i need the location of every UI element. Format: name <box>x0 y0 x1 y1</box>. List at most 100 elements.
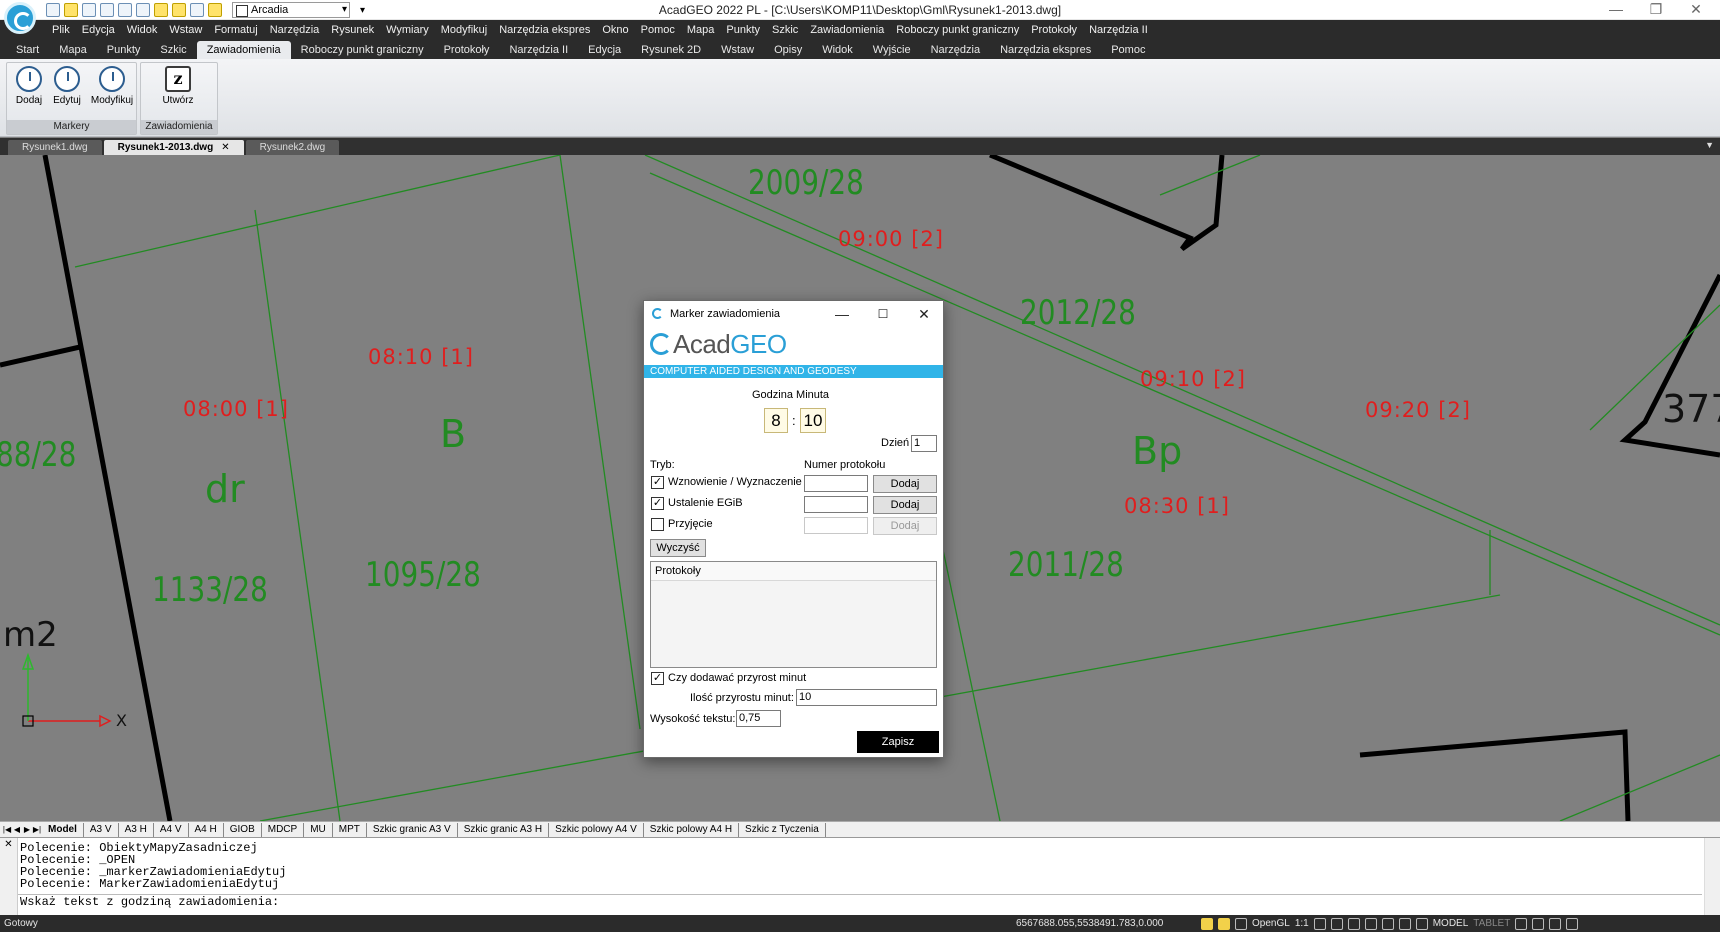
osnap-icon[interactable] <box>1347 917 1360 930</box>
menu-item[interactable]: Protokoły <box>1025 24 1083 36</box>
create-notice-button[interactable]: z Utwórz <box>159 66 197 106</box>
add-marker-button[interactable]: Dodaj <box>10 66 48 106</box>
workspace-icon[interactable] <box>1532 917 1545 930</box>
selection-cycling-icon[interactable] <box>1415 917 1428 930</box>
layout-tab[interactable]: GIOB <box>224 822 262 837</box>
parcel-label[interactable]: 1095/28 <box>365 555 481 595</box>
layout-tab[interactable]: Szkic z Tyczenia <box>739 822 826 837</box>
quick-props-icon[interactable] <box>1398 917 1411 930</box>
dialog-maximize-button[interactable]: ☐ <box>868 304 898 324</box>
fullscreen-icon[interactable] <box>1549 917 1562 930</box>
menu-item[interactable]: Okno <box>596 24 634 36</box>
ribbon-tab[interactable]: Opisy <box>764 41 812 59</box>
modify-marker-button[interactable]: Modyfikuj <box>89 66 135 106</box>
menu-item[interactable]: Pomoc <box>635 24 681 36</box>
first-tab-icon[interactable]: |◀ <box>2 824 12 836</box>
menu-item[interactable]: Plik <box>46 24 76 36</box>
close-tab-icon[interactable]: ✕ <box>221 142 229 153</box>
menu-item[interactable]: Mapa <box>681 24 721 36</box>
parcel-label[interactable]: 377 <box>1662 387 1720 431</box>
ribbon-tab[interactable]: Edycja <box>578 41 631 59</box>
parcel-label[interactable]: 1133/28 <box>152 570 268 610</box>
parcel-label[interactable]: 88/28 <box>0 435 76 475</box>
menu-item[interactable]: Wymiary <box>380 24 435 36</box>
ribbon-tab[interactable]: Rysunek 2D <box>631 41 711 59</box>
tabs-dropdown-icon[interactable]: ▼ <box>1705 140 1714 150</box>
add-increment-checkbox[interactable]: ✓ <box>651 672 664 685</box>
ribbon-tab[interactable]: Start <box>6 41 49 59</box>
day-input[interactable]: 1 <box>911 435 937 452</box>
layout-tab[interactable]: MDCP <box>262 822 305 837</box>
app-logo[interactable] <box>4 2 36 34</box>
menu-item[interactable]: Wstaw <box>163 24 208 36</box>
dialog-close-button[interactable]: ✕ <box>909 304 939 324</box>
protocol-number-input-3[interactable] <box>804 517 868 534</box>
layout-tab[interactable]: A4 V <box>154 822 189 837</box>
ribbon-tab[interactable]: Widok <box>812 41 863 59</box>
grid-icon[interactable] <box>1218 917 1230 930</box>
land-use-label[interactable]: dr <box>205 467 245 511</box>
open-folder-icon[interactable] <box>64 3 78 17</box>
clear-button[interactable]: Wyczyść <box>650 539 706 557</box>
dialog-title-bar[interactable]: Marker zawiadomienia — ☐ ✕ <box>644 301 943 326</box>
parcel-label[interactable]: 2012/28 <box>1020 293 1136 333</box>
land-use-label[interactable]: Bp <box>1132 429 1182 473</box>
minute-input[interactable]: 10 <box>800 408 826 433</box>
layout-tab[interactable]: MU <box>304 822 333 837</box>
notice-time-label[interactable]: 08:10 [1] <box>368 345 474 369</box>
otrack-icon[interactable] <box>1364 917 1377 930</box>
annotation-scale[interactable]: 1:1 <box>1295 915 1309 932</box>
menu-item[interactable]: Punkty <box>720 24 766 36</box>
layout-tab[interactable]: Model <box>42 822 84 837</box>
minimize-button[interactable]: — <box>1596 0 1636 20</box>
mode-checkbox-wznowienie[interactable]: ✓ <box>651 476 664 489</box>
graphics-mode[interactable]: OpenGL <box>1252 915 1290 932</box>
ribbon-tab[interactable]: Wyjście <box>863 41 921 59</box>
menu-item[interactable]: Edycja <box>76 24 121 36</box>
tablet-toggle[interactable]: TABLET <box>1473 915 1510 932</box>
notice-time-label[interactable]: 08:00 [1] <box>183 397 289 421</box>
menu-item[interactable]: Modyfikuj <box>435 24 493 36</box>
protocols-list[interactable]: Protokoły <box>650 561 937 668</box>
ribbon-tab[interactable]: Punkty <box>97 41 151 59</box>
notice-time-label[interactable]: 09:10 [2] <box>1140 367 1246 391</box>
menu-item[interactable]: Roboczy punkt graniczny <box>890 24 1025 36</box>
layout-tab[interactable]: Szkic granic A3 H <box>458 822 550 837</box>
parcel-label[interactable]: 2009/28 <box>748 163 864 203</box>
protocol-number-input-2[interactable] <box>804 496 868 513</box>
parcel-label[interactable]: 2011/28 <box>1008 545 1124 585</box>
ribbon-tab[interactable]: Wstaw <box>711 41 764 59</box>
doc-tab-rysunek2[interactable]: Rysunek2.dwg <box>245 140 340 155</box>
ribbon-tab[interactable]: Narzędzia II <box>499 41 578 59</box>
ribbon-tab[interactable]: Roboczy punkt graniczny <box>291 41 434 59</box>
layer-select[interactable]: Arcadia <box>232 2 350 18</box>
edit-marker-button[interactable]: Edytuj <box>48 66 86 106</box>
mode-checkbox-przyjecie[interactable] <box>651 518 664 531</box>
dialog-minimize-button[interactable]: — <box>827 304 857 324</box>
layout-tab[interactable]: Szkic polowy A4 H <box>644 822 740 837</box>
command-prompt[interactable]: Wskaż tekst z godziną zawiadomienia: <box>18 894 1702 909</box>
new-file-icon[interactable] <box>46 3 60 17</box>
statusbar-menu-icon[interactable] <box>1566 917 1579 930</box>
print-icon[interactable] <box>100 3 114 17</box>
menu-item[interactable]: Narzędzia II <box>1083 24 1154 36</box>
menu-item[interactable]: Narzędzia <box>264 24 326 36</box>
layout-tab[interactable]: A4 H <box>189 822 224 837</box>
text-height-input[interactable]: 0,75 <box>736 710 781 727</box>
hour-input[interactable]: 8 <box>764 408 788 433</box>
last-tab-icon[interactable]: ▶| <box>32 824 42 836</box>
layout-tab[interactable]: Szkic polowy A4 V <box>549 822 644 837</box>
lightbulb-icon[interactable] <box>154 3 168 17</box>
save-icon[interactable] <box>82 3 96 17</box>
land-use-label[interactable]: B <box>440 412 466 456</box>
dynamic-input-icon[interactable] <box>1381 917 1394 930</box>
notice-time-label[interactable]: 09:20 [2] <box>1365 398 1471 422</box>
undo-icon[interactable] <box>118 3 132 17</box>
ribbon-tab[interactable]: Zawiadomienia <box>196 41 291 59</box>
prev-tab-icon[interactable]: ◀ <box>12 824 22 836</box>
mode-checkbox-egib[interactable]: ✓ <box>651 497 664 510</box>
command-scrollbar[interactable] <box>1704 838 1720 916</box>
ribbon-tab[interactable]: Pomoc <box>1101 41 1155 59</box>
layout-tab[interactable]: MPT <box>333 822 367 837</box>
snap-icon[interactable] <box>1201 917 1213 930</box>
